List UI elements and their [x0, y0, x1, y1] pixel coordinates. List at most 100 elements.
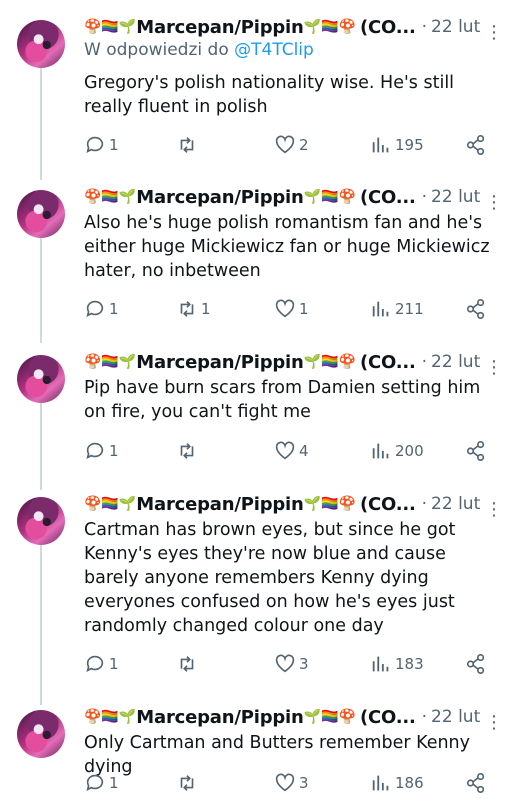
avatar[interactable] — [17, 710, 65, 758]
more-icon[interactable]: ⋮ — [485, 192, 503, 213]
author-name[interactable]: Marcepan/Pippin — [136, 17, 304, 38]
retweet-button[interactable] — [176, 134, 201, 156]
author-name[interactable]: Marcepan/Pippin — [136, 494, 304, 515]
action-bar: 1 3 186 — [84, 772, 494, 796]
timestamp[interactable]: 22 lut — [431, 187, 480, 207]
more-icon[interactable]: ⋮ — [485, 499, 503, 520]
author-handle[interactable]: (CO... — [360, 187, 416, 208]
view-count: 200 — [395, 442, 424, 460]
view-count: 211 — [395, 300, 424, 318]
timestamp[interactable]: 22 lut — [431, 352, 480, 372]
reply-handle-link[interactable]: @T4TClip — [234, 40, 314, 60]
author-handle[interactable]: (CO... — [360, 494, 416, 515]
timestamp[interactable]: 22 lut — [431, 707, 480, 727]
author-name[interactable]: Marcepan/Pippin — [136, 352, 304, 373]
views-icon — [372, 656, 389, 672]
avatar[interactable] — [17, 355, 65, 403]
more-icon[interactable]: ⋮ — [485, 22, 503, 43]
reply-count: 1 — [109, 300, 119, 318]
action-bar: 1 3 183 — [84, 653, 494, 677]
name-emoji-suffix: 🌱🏳️‍🌈🍄 — [303, 354, 356, 370]
view-count: 186 — [395, 774, 424, 792]
reply-button[interactable]: 1 — [84, 772, 119, 794]
reply-prefix: W odpowiedzi do — [84, 40, 229, 60]
tweet-header: 🍄🏳️‍🌈🌱 Marcepan/Pippin 🌱🏳️‍🌈🍄 (CO... · 2… — [84, 491, 480, 517]
time-separator: · — [421, 187, 428, 207]
reply-icon — [86, 655, 104, 672]
time-separator: · — [421, 707, 428, 727]
tweet-text: Also he's huge polish romantism fan and … — [84, 213, 490, 281]
views-icon — [372, 301, 389, 317]
reply-icon — [86, 300, 104, 317]
timestamp[interactable]: 22 lut — [431, 17, 480, 37]
time-separator: · — [421, 17, 428, 37]
name-emoji-prefix: 🍄🏳️‍🌈🌱 — [84, 189, 137, 205]
retweet-button[interactable] — [176, 653, 201, 675]
reply-button[interactable]: 1 — [84, 298, 119, 320]
like-count: 4 — [299, 442, 309, 460]
views-button[interactable]: 195 — [370, 134, 424, 156]
reply-icon — [86, 774, 104, 791]
author-handle[interactable]: (CO... — [360, 352, 416, 373]
share-button[interactable] — [465, 298, 487, 320]
views-button[interactable]: 211 — [370, 298, 424, 320]
share-button[interactable] — [465, 653, 487, 675]
like-count: 3 — [299, 774, 309, 792]
name-emoji-suffix: 🌱🏳️‍🌈🍄 — [303, 189, 356, 205]
like-button[interactable]: 3 — [274, 653, 309, 675]
tweet-text: Gregory's polish nationality wise. He's … — [84, 73, 455, 117]
retweet-button[interactable] — [176, 772, 201, 794]
share-button[interactable] — [465, 772, 487, 794]
author-handle[interactable]: (CO... — [360, 707, 416, 728]
reply-button[interactable]: 1 — [84, 134, 119, 156]
view-count: 195 — [395, 136, 424, 154]
heart-icon — [275, 299, 295, 318]
share-icon — [466, 441, 485, 461]
author-name[interactable]: Marcepan/Pippin — [136, 707, 304, 728]
avatar[interactable] — [17, 190, 65, 238]
views-icon — [372, 137, 389, 153]
share-button[interactable] — [465, 440, 487, 462]
more-icon[interactable]: ⋮ — [485, 357, 503, 378]
retweet-icon — [180, 443, 194, 459]
action-bar: 1 1 1 211 — [84, 298, 494, 322]
retweet-icon — [180, 301, 194, 317]
name-emoji-prefix: 🍄🏳️‍🌈🌱 — [84, 19, 137, 35]
reply-count: 1 — [109, 442, 119, 460]
name-emoji-prefix: 🍄🏳️‍🌈🌱 — [84, 354, 137, 370]
like-button[interactable]: 2 — [274, 134, 309, 156]
like-button[interactable]: 4 — [274, 440, 309, 462]
reply-count: 1 — [109, 136, 119, 154]
views-button[interactable]: 186 — [370, 772, 424, 794]
reply-button[interactable]: 1 — [84, 440, 119, 462]
name-emoji-suffix: 🌱🏳️‍🌈🍄 — [303, 496, 356, 512]
reply-button[interactable]: 1 — [84, 653, 119, 675]
share-button[interactable] — [465, 134, 487, 156]
action-bar: 1 4 200 — [84, 440, 494, 464]
retweet-icon — [180, 137, 194, 153]
author-handle[interactable]: (CO... — [360, 17, 416, 38]
time-separator: · — [421, 352, 428, 372]
tweet-header: 🍄🏳️‍🌈🌱 Marcepan/Pippin 🌱🏳️‍🌈🍄 (CO... · 2… — [84, 349, 480, 375]
retweet-button[interactable]: 1 — [176, 298, 211, 320]
avatar[interactable] — [17, 20, 65, 68]
tweet-text: Pip have burn scars from Damien setting … — [84, 378, 481, 422]
views-button[interactable]: 200 — [370, 440, 424, 462]
views-button[interactable]: 183 — [370, 653, 424, 675]
thread-line — [40, 68, 42, 180]
like-button[interactable]: 1 — [274, 298, 309, 320]
tweet-header: 🍄🏳️‍🌈🌱 Marcepan/Pippin 🌱🏳️‍🌈🍄 (CO... · 2… — [84, 184, 480, 210]
reply-icon — [86, 136, 104, 153]
timestamp[interactable]: 22 lut — [431, 494, 480, 514]
reply-count: 1 — [109, 655, 119, 673]
like-button[interactable]: 3 — [274, 772, 309, 794]
retweet-button[interactable] — [176, 440, 201, 462]
tweet-header: 🍄🏳️‍🌈🌱 Marcepan/Pippin 🌱🏳️‍🌈🍄 (CO... · 2… — [84, 704, 480, 730]
thread-line — [40, 403, 42, 490]
more-icon[interactable]: ⋮ — [485, 712, 503, 733]
view-count: 183 — [395, 655, 424, 673]
author-name[interactable]: Marcepan/Pippin — [136, 187, 304, 208]
reply-icon — [86, 442, 104, 459]
avatar[interactable] — [17, 497, 65, 545]
thread-line — [40, 238, 42, 343]
